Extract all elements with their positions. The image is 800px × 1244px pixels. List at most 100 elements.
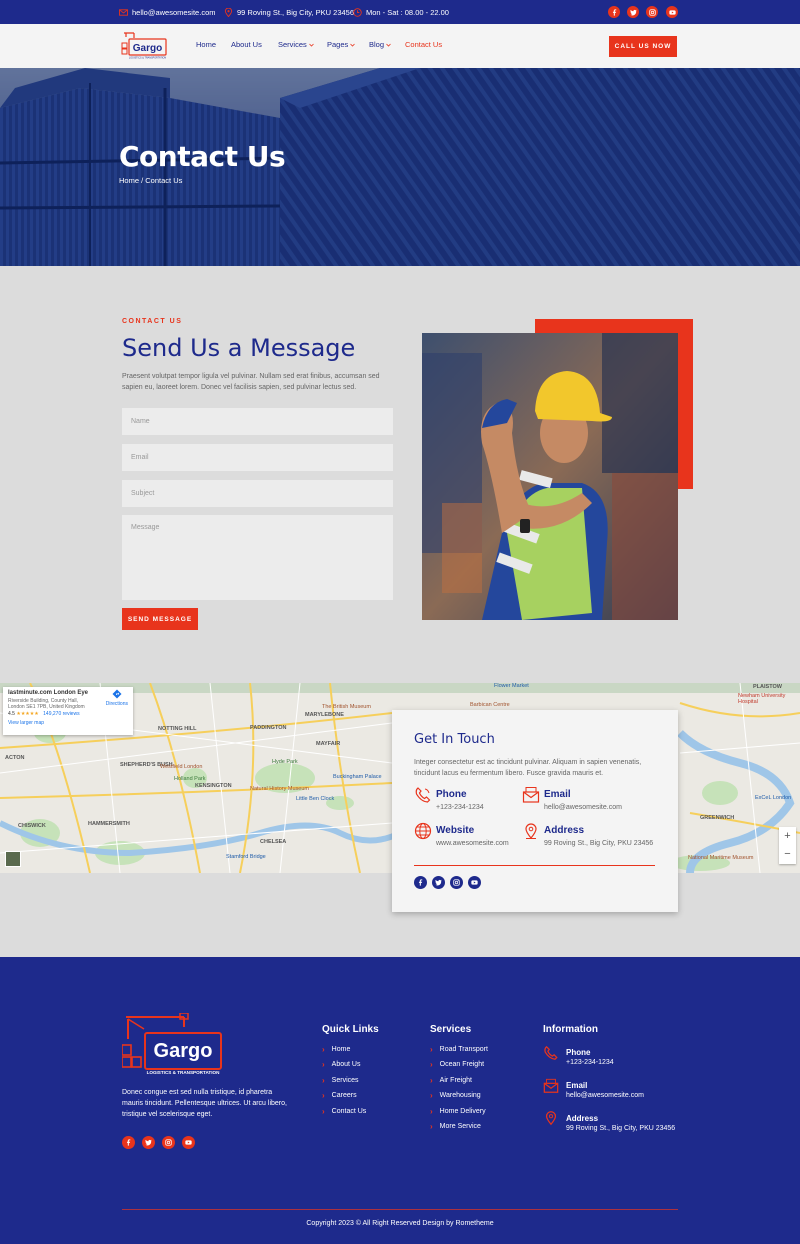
view-larger-map-link[interactable]: View larger map <box>8 720 128 726</box>
facebook-icon[interactable] <box>608 6 620 18</box>
facebook-icon[interactable] <box>122 1136 135 1149</box>
location-pin-icon <box>224 7 233 17</box>
nav-pages[interactable]: Pages <box>327 40 356 49</box>
nav-pages-label: Pages <box>327 40 349 49</box>
chevron-down-icon <box>350 43 356 47</box>
footer-link-about[interactable]: › About Us <box>322 1060 360 1069</box>
footer-description: Donec congue est sed nulla tristique, id… <box>122 1089 287 1118</box>
footer-logo-name: Gargo <box>154 1040 213 1062</box>
instagram-icon[interactable] <box>162 1136 175 1149</box>
footer-link-careers[interactable]: › Careers <box>322 1091 357 1100</box>
phone-value[interactable]: +123-234-1234 <box>436 804 484 811</box>
copyright-text: Copyright 2023 © All Right Reserved Desi… <box>306 1220 494 1227</box>
chevron-right-icon: › <box>322 1107 325 1116</box>
chevron-right-icon: › <box>322 1045 325 1054</box>
footer-service-ocean[interactable]: › Ocean Freight <box>430 1060 484 1069</box>
twitter-icon[interactable] <box>627 6 639 18</box>
twitter-icon[interactable] <box>142 1136 155 1149</box>
chevron-right-icon: › <box>430 1122 433 1131</box>
email-value[interactable]: hello@awesomesite.com <box>544 804 622 811</box>
youtube-icon[interactable] <box>666 6 678 18</box>
name-input[interactable]: Name <box>122 408 393 435</box>
svg-text:LOGISTICS & TRANSPORTATION: LOGISTICS & TRANSPORTATION <box>129 57 167 60</box>
information-heading: Information <box>543 1024 598 1035</box>
twitter-icon[interactable] <box>432 876 445 889</box>
footer-link-label: Contact Us <box>331 1108 367 1115</box>
address-label: Address <box>544 825 585 836</box>
footer-service-air[interactable]: › Air Freight <box>430 1076 472 1085</box>
footer-phone-value[interactable]: +123-234-1234 <box>566 1059 614 1066</box>
footer-email-label: Email <box>566 1081 588 1090</box>
footer-logo-tagline: LOGISTICS & TRANSPORTATION <box>147 1070 220 1075</box>
footer-service-warehousing[interactable]: › Warehousing <box>430 1091 481 1100</box>
chevron-right-icon: › <box>430 1060 433 1069</box>
chevron-down-icon <box>308 43 314 47</box>
footer-link-services[interactable]: › Services <box>322 1076 359 1085</box>
worker-photo <box>422 333 678 620</box>
footer-service-road[interactable]: › Road Transport <box>430 1045 488 1054</box>
facebook-icon[interactable] <box>414 876 427 889</box>
nav-about-us[interactable]: About Us <box>231 40 262 49</box>
nav-home-label: Home <box>196 40 217 49</box>
call-us-now-button[interactable]: CALL US NOW <box>609 36 677 57</box>
topbar-address: 99 Roving St., Big City, PKU 23456 <box>224 0 354 24</box>
top-bar: hello@awesomesite.com 99 Roving St., Big… <box>0 0 800 24</box>
topbar-hours-text: Mon - Sat : 08.00 - 22.00 <box>366 7 449 17</box>
chevron-right-icon: › <box>322 1076 325 1085</box>
map-reviews-link[interactable]: 149,270 reviews <box>43 711 79 717</box>
section-description: Praesent volutpat tempor ligula vel pulv… <box>122 373 380 391</box>
gargo-logo[interactable]: Gargo LOGISTICS & TRANSPORTATION <box>120 31 168 61</box>
nav-blog-label: Blog <box>369 40 385 49</box>
zoom-in-button[interactable]: + <box>779 827 796 845</box>
youtube-icon[interactable] <box>468 876 481 889</box>
instagram-icon[interactable] <box>646 6 658 18</box>
directions-button[interactable]: Directions <box>106 689 128 707</box>
footer-service-label: Home Delivery <box>439 1108 486 1115</box>
website-value[interactable]: www.awesomesite.com <box>436 840 509 847</box>
send-message-button[interactable]: SEND MESSAGE <box>122 608 198 630</box>
breadcrumb[interactable]: Home / Contact Us <box>119 176 182 185</box>
map-place-card: lastminute.com London Eye Riverside Buil… <box>3 687 133 735</box>
map-zoom-controls: + − <box>779 827 796 864</box>
map-satellite-toggle[interactable] <box>5 851 21 867</box>
footer-gargo-logo[interactable]: Gargo LOGISTICS & TRANSPORTATION <box>122 1013 222 1076</box>
phone-label: Phone <box>436 789 467 800</box>
services-heading: Services <box>430 1024 472 1035</box>
section-title: Send Us a Message <box>122 334 356 362</box>
chevron-right-icon: › <box>430 1107 433 1116</box>
nav-contact-us[interactable]: Contact Us <box>405 40 442 49</box>
chevron-right-icon: › <box>430 1045 433 1054</box>
subject-input[interactable]: Subject <box>122 480 393 507</box>
phone-icon <box>544 1045 558 1060</box>
instagram-icon[interactable] <box>450 876 463 889</box>
footer-service-label: Ocean Freight <box>439 1061 485 1068</box>
footer-link-contact[interactable]: › Contact Us <box>322 1107 366 1116</box>
directions-icon <box>112 689 122 699</box>
subject-placeholder: Subject <box>131 490 155 497</box>
youtube-icon[interactable] <box>182 1136 195 1149</box>
topbar-email[interactable]: hello@awesomesite.com <box>119 0 215 24</box>
footer-link-label: About Us <box>331 1061 361 1068</box>
footer-link-home[interactable]: › Home <box>322 1045 350 1054</box>
footer-address-label: Address <box>566 1114 599 1123</box>
topbar-hours: Mon - Sat : 08.00 - 22.00 <box>353 0 449 24</box>
email-placeholder: Email <box>131 454 149 461</box>
nav-blog[interactable]: Blog <box>369 40 391 49</box>
footer-service-label: Air Freight <box>439 1077 472 1084</box>
name-placeholder: Name <box>131 418 150 425</box>
zoom-out-button[interactable]: − <box>779 845 796 863</box>
footer-service-label: More Service <box>439 1123 481 1130</box>
svg-text:Gargo: Gargo <box>133 43 162 54</box>
topbar-email-text: hello@awesomesite.com <box>132 7 216 17</box>
nav-home[interactable]: Home <box>196 40 216 49</box>
chevron-right-icon: › <box>322 1091 325 1100</box>
email-input[interactable]: Email <box>122 444 393 471</box>
footer-service-more[interactable]: › More Service <box>430 1122 481 1131</box>
message-textarea[interactable]: Message <box>122 515 393 600</box>
footer-phone-label: Phone <box>566 1048 591 1057</box>
nav-services[interactable]: Services <box>278 40 314 49</box>
get-in-touch-title: Get In Touch <box>414 732 495 747</box>
map-place-name: lastminute.com London Eye <box>8 690 89 696</box>
footer-service-delivery[interactable]: › Home Delivery <box>430 1107 486 1116</box>
footer-email-value[interactable]: hello@awesomesite.com <box>566 1092 644 1099</box>
